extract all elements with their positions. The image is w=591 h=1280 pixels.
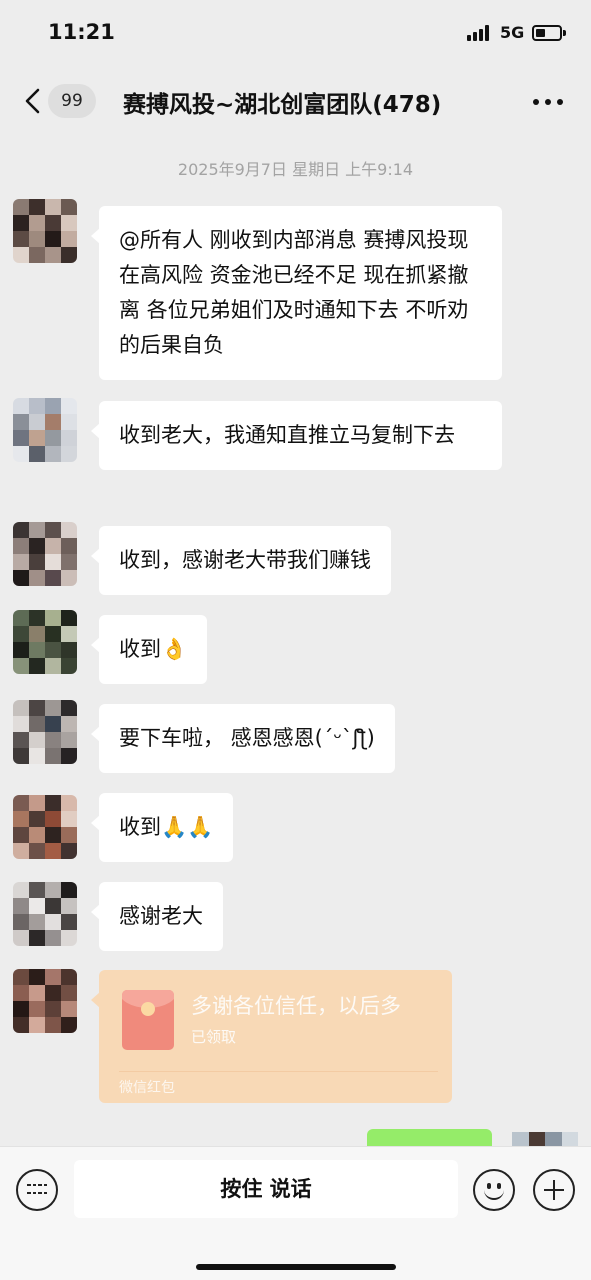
message-text: @所有人 刚收到内部消息 赛搏风投现在高风险 资金池已经不足 现在抓紧撤离 各位…: [119, 228, 469, 357]
network-type: 5G: [500, 23, 525, 42]
avatar[interactable]: [13, 969, 77, 1033]
status-bar: 11:21 5G: [0, 0, 591, 70]
message-text: 收到🙏🙏: [119, 815, 214, 839]
message-bubble[interactable]: @所有人 刚收到内部消息 赛搏风投现在高风险 资金池已经不足 现在抓紧撤离 各位…: [91, 206, 502, 380]
date-stamp: 2025年9月7日 星期日 上午9:14: [177, 160, 414, 179]
message-bubble[interactable]: 收到👌: [90, 615, 208, 684]
red-packet[interactable]: 多谢各位信任，以后多 已领取 微信红包: [91, 970, 452, 1103]
red-packet-status: 已领取: [191, 1028, 237, 1046]
battery-icon: [532, 25, 566, 41]
message-text: 收到老大，我通知直推立马复制下去: [119, 423, 455, 447]
hold-to-talk-button[interactable]: 按住 说话: [74, 1160, 458, 1218]
signal-icon: [467, 25, 493, 41]
message-bubble[interactable]: 收到🙏🙏: [90, 793, 234, 862]
message-text: 收到，感谢老大带我们赚钱: [119, 548, 371, 572]
avatar[interactable]: [13, 199, 77, 263]
add-icon[interactable]: [533, 1169, 575, 1211]
message-bubble[interactable]: 收到，感谢老大带我们赚钱: [91, 526, 391, 595]
red-packet-message: 多谢各位信任，以后多: [191, 994, 401, 1018]
avatar[interactable]: [13, 882, 77, 946]
status-time: 11:21: [48, 20, 115, 44]
red-packet-source: 微信红包: [119, 1080, 175, 1096]
input-bar: 按住 说话: [0, 1146, 591, 1280]
divider: [119, 1071, 438, 1072]
avatar[interactable]: [13, 795, 77, 859]
message-bubble[interactable]: 感谢老大: [91, 882, 223, 951]
avatar[interactable]: [13, 522, 77, 586]
emoji-icon[interactable]: [473, 1169, 515, 1211]
chat-title: 赛搏风投~湖北创富团队(478): [123, 92, 442, 118]
home-indicator: [196, 1264, 396, 1270]
message-text: 收到👌: [119, 637, 188, 661]
red-packet-icon: [122, 990, 174, 1050]
message-bubble[interactable]: 要下车啦， 感恩感恩(ˊᵕˋʃƪ): [91, 704, 395, 773]
back-icon[interactable]: [22, 88, 44, 114]
message-text: 要下车啦， 感恩感恩(ˊᵕˋʃƪ): [119, 726, 375, 750]
message-text: 感谢老大: [119, 904, 203, 928]
message-bubble[interactable]: 收到老大，我通知直推立马复制下去: [91, 401, 502, 470]
unread-count-badge[interactable]: 99: [48, 84, 96, 118]
avatar[interactable]: [13, 610, 77, 674]
more-icon[interactable]: [533, 99, 563, 105]
keyboard-icon[interactable]: [16, 1169, 58, 1211]
avatar[interactable]: [13, 700, 77, 764]
avatar[interactable]: [13, 398, 77, 462]
